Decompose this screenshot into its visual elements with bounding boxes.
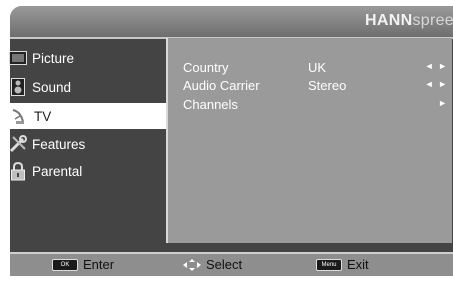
hint-select-label: Select [206,257,243,272]
settings-panel: Country UK ◄ ► Audio Carrier Stereo ◄ ► … [168,38,452,243]
menu-item-picture[interactable]: Picture [8,45,168,71]
tools-icon [8,134,28,154]
setting-row-country[interactable]: Country UK ◄ ► [183,60,448,78]
hint-enter-label: Enter [83,257,115,272]
setting-row-channels[interactable]: Channels ► [183,97,448,115]
menu-item-sound[interactable]: Sound [8,74,168,100]
menu-item-parental[interactable]: Parental [8,158,168,184]
menu-item-tv[interactable]: TV [10,103,166,129]
menu-item-label: Parental [32,163,83,179]
setting-value: Stereo [308,78,347,93]
right-arrow-icon[interactable]: ► [438,98,448,108]
menu-item-label: Features [32,136,86,152]
setting-label: Country [183,60,229,75]
picture-icon [8,48,28,68]
hint-enter: OK Enter [52,257,114,272]
left-right-arrow-icon[interactable]: ◄ ► [425,79,448,89]
left-right-arrow-icon[interactable]: ◄ ► [425,61,448,71]
hint-bar: OK Enter Select Menu Exit [10,252,453,276]
menu-item-label: Picture [32,50,75,66]
lock-icon [8,161,28,181]
menu-item-label: Sound [32,79,72,95]
setting-row-audio-carrier[interactable]: Audio Carrier Stereo ◄ ► [183,78,448,96]
setting-value: UK [308,60,327,75]
hint-exit-label: Exit [347,257,369,272]
speaker-icon [8,77,28,97]
setting-label: Channels [183,97,238,112]
menu-item-label: TV [34,108,52,124]
hint-select: Select [183,257,242,272]
satellite-dish-icon [10,106,30,126]
brand-logo: HANNspree [365,12,453,29]
dpad-icon [183,258,201,271]
menu-key-icon: Menu [316,258,342,271]
title-bar: HANNspree [10,6,453,39]
setting-label: Audio Carrier [183,78,260,93]
ok-key-icon: OK [52,258,78,271]
hint-exit: Menu Exit [316,257,369,272]
menu-item-features[interactable]: Features [8,131,168,157]
